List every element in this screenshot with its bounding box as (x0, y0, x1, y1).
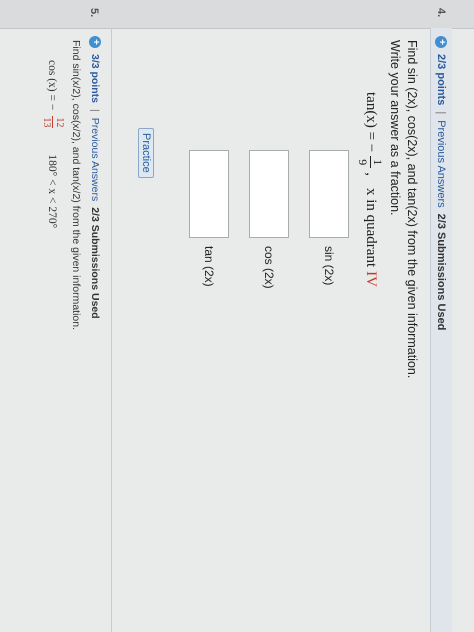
cos-2x-label: cos (2x) (262, 246, 276, 289)
equation-fraction: 1 9 (356, 156, 385, 169)
question-5-prompt: Find sin(x/2), cos(x/2), and tan(x/2) fr… (70, 40, 82, 331)
fraction-denominator: 9 (356, 159, 370, 166)
answer-row-tan: tan (2x) (189, 150, 229, 287)
equation-condition: x in quadrant (363, 187, 379, 268)
q5-equation-fraction: 12 13 (41, 116, 65, 129)
submissions-used-q5: 2/3 Submissions Used (89, 207, 101, 319)
tan-2x-input[interactable] (189, 150, 229, 238)
q5-equation-range: 180° < x < 270° (46, 154, 59, 229)
previous-answers-link-q5[interactable]: Previous Answers (89, 118, 101, 201)
prompt-line-1: Find sin (2x), cos(2x), and tan(2x) from… (405, 40, 419, 379)
question-gutter: 4. 5. (0, 0, 474, 29)
expand-plus-icon[interactable]: + (435, 36, 448, 48)
question-4-prompt: Find sin (2x), cos(2x), and tan(2x) from… (386, 40, 420, 378)
expand-plus-icon-q5[interactable]: + (89, 36, 101, 48)
question-5-points: 3/3 points (89, 54, 101, 104)
cos-2x-input[interactable] (249, 150, 289, 238)
header-separator: | (435, 111, 448, 115)
answer-row-sin: sin (2x) (309, 150, 349, 285)
question-4-points: 2/3 points (435, 54, 448, 106)
question-5-number: 5. (88, 8, 100, 18)
question-5-equation: cos (x) = − 12 13 180° < x < 270° (41, 60, 65, 229)
question-4-number: 4. (435, 8, 447, 18)
equation-comma: , (363, 172, 379, 176)
practice-button[interactable]: Practice (138, 128, 154, 178)
header-separator-q5: | (89, 109, 101, 112)
question-5-header: + 3/3 points | Previous Answers 2/3 Subm… (86, 28, 104, 632)
q5-equation-lhs: cos (x) = − (46, 60, 59, 111)
question-4-header: + 2/3 points | Previous Answers 2/3 Subm… (430, 28, 452, 632)
quadrant-value: IV (363, 271, 379, 287)
assignment-page: 4. 5. + 2/3 points | Previous Answers 2/… (0, 0, 474, 632)
previous-answers-link[interactable]: Previous Answers (436, 120, 448, 207)
prompt-line-2: Write your answer as a fraction. (388, 40, 402, 216)
equation-lhs: tan(x) = − (363, 92, 379, 153)
submissions-used: 2/3 Submissions Used (435, 213, 448, 331)
fraction-numerator: 1 (371, 159, 385, 166)
sin-2x-input[interactable] (309, 150, 349, 238)
tan-2x-label: tan (2x) (202, 246, 216, 287)
answer-row-cos: cos (2x) (249, 150, 289, 289)
question-divider (111, 28, 112, 632)
given-equation: tan(x) = − 1 9 , x in quadrant IV (356, 92, 385, 287)
q5-fraction-denominator: 13 (41, 117, 52, 128)
q5-fraction-numerator: 12 (54, 117, 65, 128)
sin-2x-label: sin (2x) (322, 246, 336, 286)
